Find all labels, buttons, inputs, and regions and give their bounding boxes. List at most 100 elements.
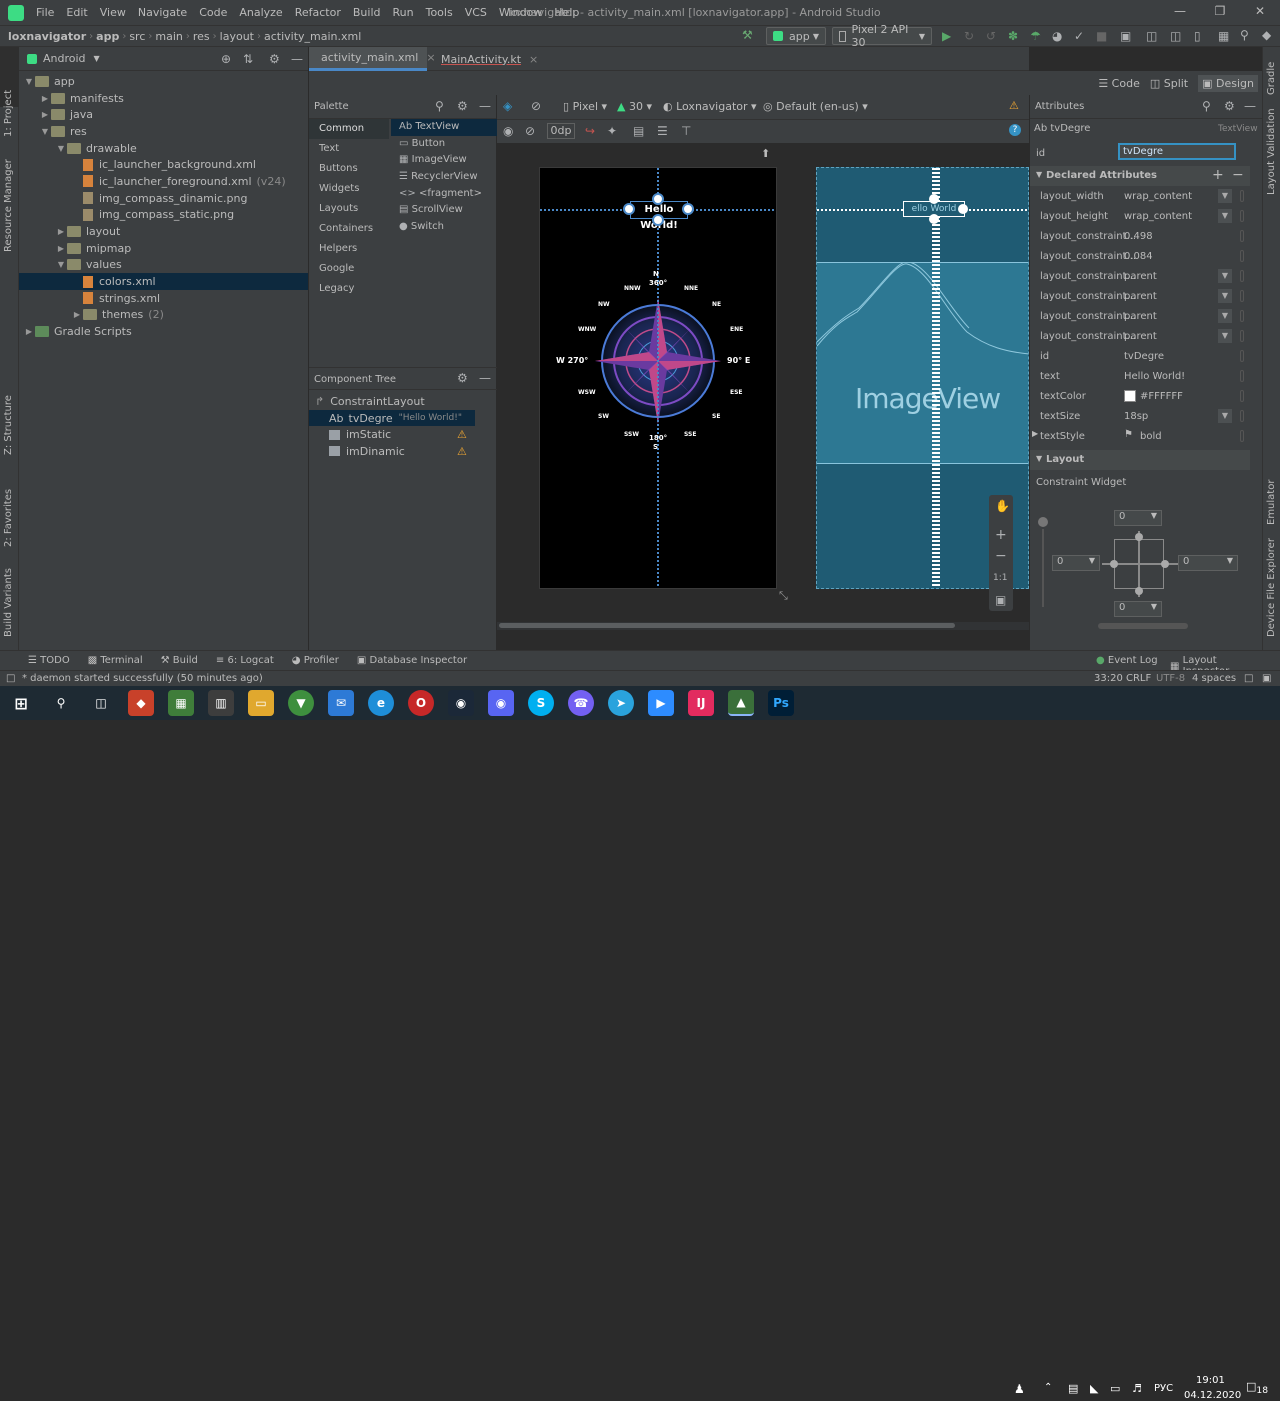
breadcrumb-src[interactable]: src: [126, 30, 148, 43]
attribute-pin-icon[interactable]: [1240, 210, 1244, 222]
status-toggle-icon[interactable]: □: [6, 673, 15, 684]
code-mode-button[interactable]: ☰ Code: [1098, 77, 1140, 90]
palette-category[interactable]: Common: [309, 119, 389, 139]
margin-left-select[interactable]: 0 ▼: [1052, 555, 1100, 571]
attribute-value[interactable]: 0.498: [1124, 231, 1153, 242]
tree-item-tvdegre[interactable]: Ab tvDegre "Hello World!": [309, 409, 475, 427]
viber-icon[interactable]: ☎: [568, 690, 594, 716]
eye-icon[interactable]: ◉: [503, 124, 513, 138]
attribute-pin-icon[interactable]: [1240, 350, 1244, 362]
palette-category[interactable]: Buttons: [309, 159, 389, 179]
status-message[interactable]: * daemon started successfully (50 minute…: [22, 673, 263, 684]
tab-main-activity[interactable]: MainActivity.kt ×: [429, 47, 539, 71]
zoom-fit-icon[interactable]: ▣: [995, 593, 1006, 607]
tree-item[interactable]: img_compass_static.png: [19, 207, 308, 224]
infer-constraints-icon[interactable]: ✦: [607, 124, 617, 138]
blueprint-right-anchor[interactable]: [958, 204, 968, 214]
orientation-icon[interactable]: ⊘: [531, 99, 541, 113]
menu-view[interactable]: View: [94, 6, 132, 19]
zoom-icon[interactable]: ▶: [648, 690, 674, 716]
magnet-off-icon[interactable]: ⊘: [525, 124, 535, 138]
battery-icon[interactable]: ▭: [1110, 1382, 1120, 1395]
palette-category[interactable]: Layouts: [309, 199, 389, 219]
device-file-explorer-tab[interactable]: Device File Explorer: [1266, 538, 1277, 637]
attribute-pin-icon[interactable]: [1240, 410, 1244, 422]
chevron-down-icon[interactable]: ▼: [1218, 309, 1232, 323]
search-icon[interactable]: ⚲: [1240, 28, 1249, 42]
palette-widget[interactable]: Ab TextView: [391, 119, 497, 136]
attribute-row[interactable]: textColor #FFFFFF: [1030, 386, 1250, 406]
logcat-tab[interactable]: ≡ 6: Logcat: [216, 655, 274, 666]
expand-arrow-icon[interactable]: ▼: [39, 127, 51, 136]
caret-position[interactable]: 33:20: [1094, 673, 1123, 684]
clock-date[interactable]: 04.12.2020: [1184, 1390, 1241, 1401]
attribute-value[interactable]: parent: [1124, 311, 1157, 322]
expand-arrow-icon[interactable]: ▶: [71, 310, 83, 319]
attribute-pin-icon[interactable]: [1240, 230, 1244, 242]
attach-debugger-icon[interactable]: ✓: [1074, 29, 1084, 43]
attribute-pin-icon[interactable]: [1240, 190, 1244, 202]
store-icon[interactable]: ▥: [208, 690, 234, 716]
locate-icon[interactable]: ⊕: [221, 52, 231, 66]
attribute-value[interactable]: 0.084: [1124, 251, 1153, 262]
attribute-value[interactable]: bold: [1140, 431, 1162, 442]
tree-root[interactable]: ↱ ConstraintLayout: [309, 393, 497, 410]
breadcrumb-project[interactable]: loxnavigator: [0, 30, 89, 43]
people-icon[interactable]: ♟: [1014, 1382, 1025, 1396]
attribute-row[interactable]: text Hello World!: [1030, 366, 1250, 386]
build-variants-tab[interactable]: Build Variants: [3, 568, 14, 637]
layout-inspector-icon[interactable]: ▦: [1218, 29, 1229, 43]
search-icon[interactable]: ⚲: [48, 690, 74, 716]
jetbrains-icon[interactable]: IJ: [688, 690, 714, 716]
attribute-row[interactable]: layout_constraint... 0.498: [1030, 226, 1250, 246]
clear-constraints-icon[interactable]: ↪: [585, 124, 595, 138]
attribute-pin-icon[interactable]: [1240, 250, 1244, 262]
attribute-value[interactable]: #FFFFFF: [1140, 391, 1183, 402]
guidelines-icon[interactable]: ⊤: [681, 124, 691, 138]
margin-top-select[interactable]: 0 ▼: [1114, 510, 1162, 526]
attribute-pin-icon[interactable]: [1240, 390, 1244, 402]
tree-item[interactable]: ▶ mipmap: [19, 240, 308, 257]
todo-tab[interactable]: ☰ TODO: [28, 655, 70, 666]
zoom-out-icon[interactable]: −: [995, 548, 1007, 564]
palette-category[interactable]: Containers: [309, 219, 389, 239]
expand-icon[interactable]: ▶: [1032, 429, 1038, 438]
breadcrumb-res[interactable]: res: [190, 30, 213, 43]
volume-icon[interactable]: ♬: [1132, 1382, 1142, 1395]
steam-icon[interactable]: ◉: [448, 690, 474, 716]
expand-arrow-icon[interactable]: ▶: [55, 227, 67, 236]
attribute-value[interactable]: Hello World!: [1124, 371, 1185, 382]
attribute-row[interactable]: layout_constraint... parent ▼: [1030, 306, 1250, 326]
structure-tab[interactable]: Z: Structure: [3, 395, 14, 455]
right-constraint-dot[interactable]: [1161, 560, 1169, 568]
gradle-tab[interactable]: Gradle: [1266, 62, 1277, 95]
build-tab[interactable]: ⚒ Build: [161, 655, 198, 666]
blueprint-bottom-anchor[interactable]: [929, 214, 939, 224]
favorites-tab[interactable]: 2: Favorites: [3, 489, 14, 547]
chevron-down-icon[interactable]: ▼: [1218, 289, 1232, 303]
expand-arrow-icon[interactable]: ▼: [23, 77, 35, 86]
locale-select[interactable]: ◎ Default (en-us) ▾: [763, 100, 868, 113]
chevron-down-icon[interactable]: ▼: [94, 54, 100, 63]
clock-time[interactable]: 19:01: [1196, 1375, 1225, 1386]
hide-icon[interactable]: —: [479, 371, 491, 385]
project-view-select[interactable]: Android: [43, 52, 86, 65]
gear-icon[interactable]: ⚙: [269, 52, 280, 66]
attribute-row[interactable]: textStyle ⚑ ▶ bold: [1030, 426, 1250, 446]
top-anchor[interactable]: [652, 193, 664, 205]
menu-file[interactable]: File: [30, 6, 60, 19]
discord-icon[interactable]: ◉: [488, 690, 514, 716]
menu-tools[interactable]: Tools: [420, 6, 459, 19]
collapse-all-icon[interactable]: ⇅: [243, 52, 253, 66]
telegram-icon[interactable]: ➤: [608, 690, 634, 716]
attribute-value[interactable]: 18sp: [1124, 411, 1148, 422]
attribute-pin-icon[interactable]: [1240, 290, 1244, 302]
attribute-row[interactable]: layout_width wrap_content ▼: [1030, 186, 1250, 206]
pack-icon[interactable]: ▤: [633, 124, 644, 138]
bias-slider-handle[interactable]: [1038, 517, 1048, 527]
photoshop-icon[interactable]: Ps: [768, 690, 794, 716]
run-icon[interactable]: ▶: [942, 29, 951, 43]
expand-arrow-icon[interactable]: ▶: [39, 94, 51, 103]
lock-icon[interactable]: □: [1244, 673, 1253, 684]
chevron-down-icon[interactable]: ▼: [1218, 409, 1232, 423]
